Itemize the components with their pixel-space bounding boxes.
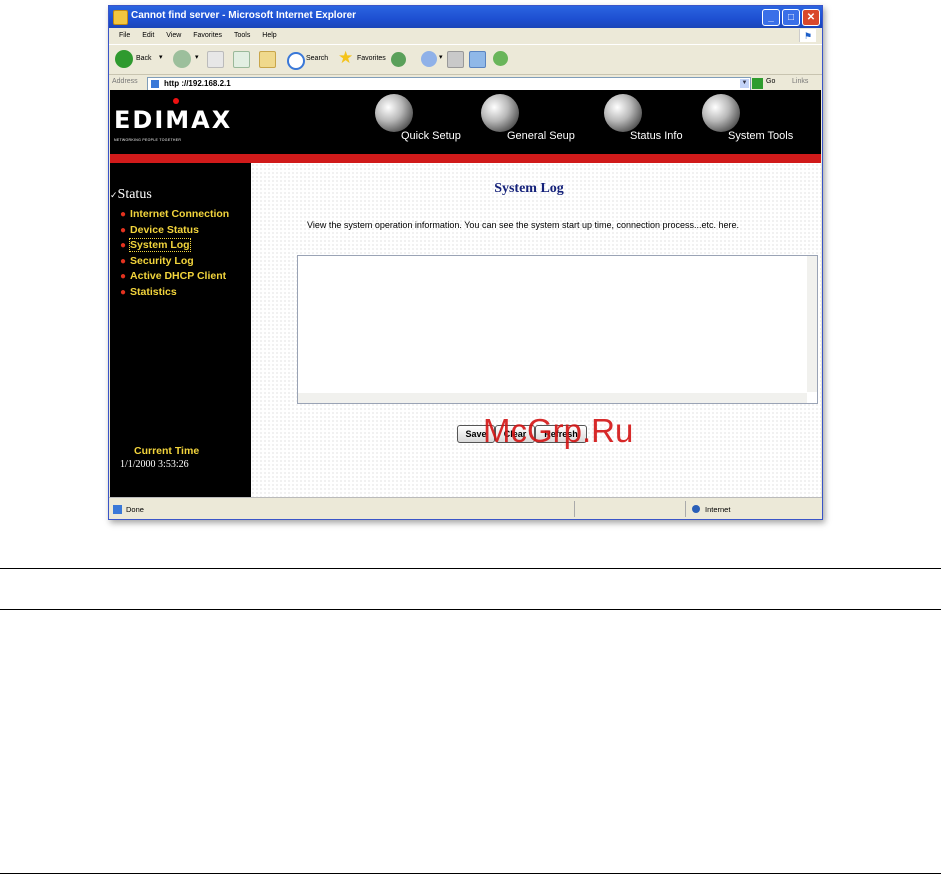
menu-tools[interactable]: Tools — [234, 28, 250, 44]
browser-window: Cannot find server - Microsoft Internet … — [108, 5, 823, 520]
divider-line-2 — [0, 609, 941, 610]
current-time-value: 1/1/2000 3:53:26 — [120, 459, 189, 470]
sidebar-item-internet-connection[interactable]: ● Internet Connection — [120, 207, 229, 223]
menu-help[interactable]: Help — [262, 28, 276, 44]
status-dividers — [574, 501, 686, 517]
nav-quick-setup[interactable]: Quick Setup — [375, 90, 475, 163]
title-bar: Cannot find server - Microsoft Internet … — [109, 6, 822, 28]
done-page-icon — [113, 505, 122, 514]
sidebar-item-device-status[interactable]: ● Device Status — [120, 223, 229, 239]
address-label: Address — [112, 78, 138, 85]
watermark-text: McGrp.Ru — [483, 412, 634, 449]
sidebar-item-statistics[interactable]: ● Statistics — [120, 285, 229, 301]
internet-globe-icon — [692, 505, 700, 513]
favorites-button-label[interactable]: Favorites — [357, 55, 386, 62]
menu-bar: File Edit View Favorites Tools Help ⚑ — [109, 28, 822, 44]
menu-file[interactable]: File — [119, 28, 130, 44]
close-button[interactable]: ✕ — [802, 9, 820, 26]
status-bar: Done Internet — [109, 497, 822, 519]
system-log-textarea[interactable] — [297, 255, 818, 404]
sidebar: ✓Status ● Internet Connection ● Device Sta… — [110, 163, 251, 497]
forward-dropdown-icon[interactable]: ▾ — [195, 53, 199, 61]
logo-dot-icon — [173, 98, 179, 104]
general-setup-icon — [481, 94, 519, 132]
favorites-star-icon[interactable]: ★ — [338, 48, 353, 68]
system-tools-icon — [702, 94, 740, 132]
sidebar-item-active-dhcp-client[interactable]: ● Active DHCP Client — [120, 269, 229, 285]
mail-dropdown-icon[interactable]: ▾ — [439, 53, 443, 61]
forward-arrow-icon[interactable] — [173, 50, 191, 68]
header-red-bar — [110, 154, 821, 163]
nav-status-info[interactable]: Status Info — [604, 90, 699, 163]
page-icon — [151, 80, 159, 88]
nav-general-setup[interactable]: General Seup — [481, 90, 591, 163]
sidebar-item-system-log[interactable]: ● System Log — [120, 238, 229, 254]
address-input[interactable]: http ://192.168.2.1 ▼ — [147, 77, 751, 91]
logo-tagline: NETWORKING PEOPLE TOGETHER — [114, 138, 182, 142]
ie-icon — [113, 10, 128, 25]
address-dropdown-icon[interactable]: ▼ — [740, 79, 749, 88]
menu-favorites[interactable]: Favorites — [193, 28, 222, 44]
go-arrow-icon[interactable] — [752, 78, 763, 89]
search-button-label[interactable]: Search — [306, 55, 328, 62]
windows-logo-icon: ⚑ — [799, 29, 816, 42]
window-title: Cannot find server - Microsoft Internet … — [131, 10, 357, 21]
back-button-label[interactable]: Back — [136, 55, 152, 62]
print-icon[interactable] — [447, 51, 464, 68]
page-content: EDIMAX NETWORKING PEOPLE TOGETHER Quick … — [110, 90, 821, 497]
address-url: http ://192.168.2.1 — [164, 79, 231, 88]
messenger-icon[interactable] — [493, 51, 508, 66]
edit-icon[interactable] — [469, 51, 486, 68]
quick-setup-icon — [375, 94, 413, 132]
address-bar: Address http ://192.168.2.1 ▼ Go Links — [109, 74, 822, 91]
go-button[interactable]: Go — [766, 78, 775, 85]
media-icon[interactable] — [391, 52, 406, 67]
maximize-button[interactable]: □ — [782, 9, 800, 26]
links-button[interactable]: Links — [792, 78, 808, 85]
home-icon[interactable] — [259, 51, 276, 68]
back-arrow-icon[interactable] — [115, 50, 133, 68]
refresh-icon[interactable] — [233, 51, 250, 68]
back-dropdown-icon[interactable]: ▾ — [159, 53, 163, 61]
stop-icon[interactable] — [207, 51, 224, 68]
menu-edit[interactable]: Edit — [142, 28, 154, 44]
minimize-button[interactable]: _ — [762, 9, 780, 26]
horizontal-scrollbar[interactable] — [298, 393, 807, 403]
sidebar-item-security-log[interactable]: ● Security Log — [120, 254, 229, 270]
page-title: System Log — [494, 181, 564, 196]
mail-icon[interactable] — [421, 51, 437, 67]
page-description: View the system operation information. Y… — [307, 220, 740, 230]
status-text: Done — [126, 505, 144, 514]
nav-system-tools[interactable]: System Tools — [702, 90, 821, 163]
current-time-label: Current Time — [134, 445, 200, 457]
main-panel: System Log View the system operation inf… — [251, 163, 821, 497]
router-header: EDIMAX NETWORKING PEOPLE TOGETHER Quick … — [110, 90, 821, 163]
toolbar: Back ▾ ▾ Search ★ Favorites ▾ — [109, 44, 822, 75]
vertical-scrollbar[interactable] — [807, 256, 817, 392]
edimax-logo: EDIMAX — [114, 106, 233, 134]
sidebar-list: ● Internet Connection ● Device Status ● Sys… — [120, 207, 229, 300]
status-info-icon — [604, 94, 642, 132]
search-icon[interactable] — [287, 52, 305, 70]
sidebar-title: ✓Status — [110, 187, 152, 202]
menu-view[interactable]: View — [166, 28, 181, 44]
divider-line-1 — [0, 568, 941, 569]
security-zone: Internet — [705, 505, 731, 514]
